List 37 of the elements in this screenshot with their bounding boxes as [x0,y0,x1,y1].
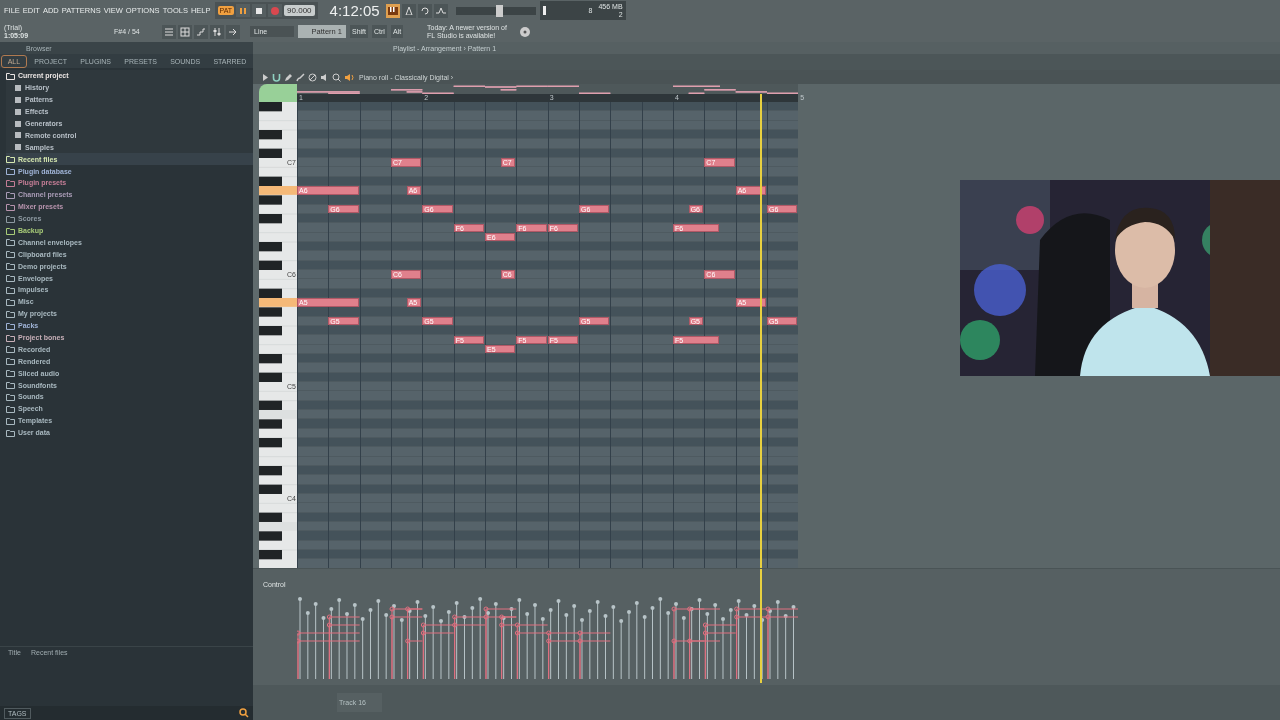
wait-input-button[interactable] [433,3,448,18]
speaker-icon[interactable] [344,72,354,82]
mixer-button[interactable] [210,24,224,39]
channel-rack-button[interactable] [178,24,192,39]
wave-icon [435,6,446,15]
pause-icon [239,6,248,15]
arrow-right-icon [228,26,238,37]
stop-icon [255,6,264,15]
tempo-display[interactable]: 90.000 [284,5,315,16]
next-button[interactable] [226,24,240,39]
pattern-overview[interactable] [297,84,798,94]
delete-icon[interactable] [308,72,317,82]
mute-icon[interactable] [320,72,329,82]
loop-icon [419,6,430,15]
magnet-icon[interactable] [272,72,281,82]
grid-icon [180,26,190,37]
stop-button[interactable] [252,4,267,17]
play-icon[interactable] [262,73,269,81]
slider-thumb[interactable] [495,4,503,17]
sliders-icon [212,26,222,37]
zoom-icon[interactable] [332,72,341,82]
pause-button[interactable] [236,4,251,17]
disc-icon[interactable] [518,25,531,38]
countdown-button[interactable] [401,3,416,18]
metronome-icon [403,6,414,15]
loop-record-button[interactable] [417,3,432,18]
list-icon [164,26,174,37]
song-time: 4:12:05 [329,2,381,19]
pencil-icon[interactable] [284,72,293,82]
brush-icon[interactable] [296,72,305,82]
playlist-button[interactable] [162,24,176,39]
typing-keyboard-button[interactable] [385,3,400,18]
keyboard-icon [387,6,398,15]
pitch-slider[interactable] [455,6,536,15]
folder-icon [6,71,15,80]
search-icon[interactable] [239,708,249,718]
record-icon [270,5,281,16]
